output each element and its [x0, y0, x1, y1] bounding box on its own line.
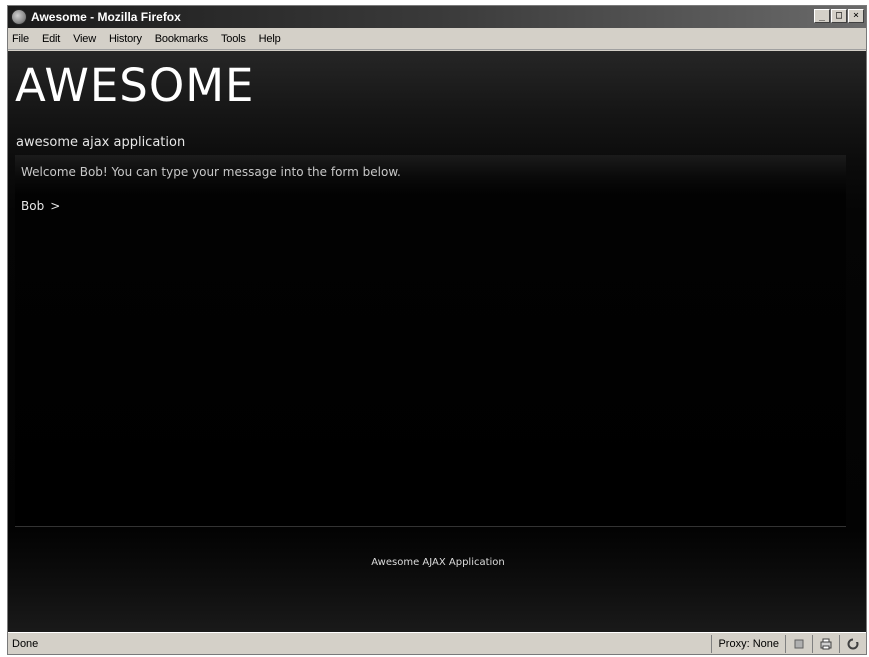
- status-text: Done: [12, 637, 39, 650]
- printer-icon: [820, 638, 832, 649]
- message-input[interactable]: [18, 197, 840, 217]
- printer-cell[interactable]: [812, 634, 839, 653]
- menu-bookmarks[interactable]: Bookmarks: [155, 33, 208, 45]
- title-bar: Awesome - Mozilla Firefox _ □ ×: [8, 6, 866, 28]
- app-title: AWESOME: [15, 59, 255, 112]
- maximize-button[interactable]: □: [831, 9, 847, 23]
- close-button[interactable]: ×: [848, 9, 864, 23]
- reload-icon: [847, 637, 859, 649]
- welcome-message: Welcome Bob! You can type your message i…: [21, 165, 401, 179]
- page-footer: Awesome AJAX Application: [371, 557, 505, 568]
- status-bar: Done Proxy: None: [8, 632, 866, 654]
- window-controls: _ □ ×: [814, 9, 864, 23]
- browser-window: Awesome - Mozilla Firefox _ □ × File Edi…: [7, 5, 867, 655]
- menu-file[interactable]: File: [12, 33, 29, 45]
- chat-panel: Welcome Bob! You can type your message i…: [15, 155, 846, 527]
- notification-icon: [794, 639, 804, 648]
- menu-edit[interactable]: Edit: [42, 33, 60, 45]
- notification-cell[interactable]: [785, 634, 812, 653]
- app-subtitle: awesome ajax application: [16, 135, 186, 150]
- reload-cell[interactable]: [839, 634, 866, 653]
- menu-bar: File Edit View History Bookmarks Tools H…: [8, 28, 866, 50]
- proxy-status[interactable]: Proxy: None: [711, 634, 785, 653]
- minimize-button[interactable]: _: [814, 9, 830, 23]
- window-title: Awesome - Mozilla Firefox: [31, 10, 181, 24]
- menu-help[interactable]: Help: [259, 33, 281, 45]
- menu-history[interactable]: History: [109, 33, 142, 45]
- menu-tools[interactable]: Tools: [221, 33, 246, 45]
- menu-view[interactable]: View: [73, 33, 96, 45]
- proxy-label: Proxy: None: [718, 637, 779, 650]
- firefox-icon: [11, 9, 27, 25]
- page-content: AWESOME awesome ajax application Welcome…: [8, 51, 866, 634]
